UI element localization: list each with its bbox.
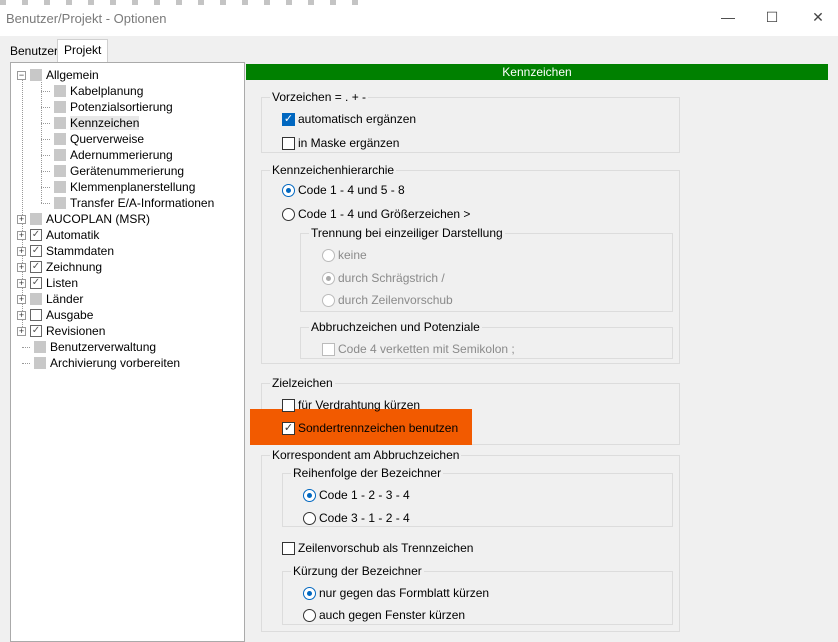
radio-zeilenvorschub[interactable]: durch Zeilenvorschub bbox=[322, 293, 453, 307]
expand-icon[interactable]: + bbox=[17, 278, 26, 288]
expand-icon[interactable]: + bbox=[17, 262, 26, 272]
collapse-icon[interactable]: − bbox=[17, 70, 26, 80]
state-icon bbox=[54, 165, 66, 177]
tree-node-top[interactable]: + ✓ Stammdaten bbox=[17, 243, 114, 259]
radio-selected-icon bbox=[322, 271, 335, 285]
checkbox-code4-verketten[interactable]: Code 4 verketten mit Semikolon ; bbox=[322, 342, 515, 356]
expand-icon[interactable]: + bbox=[17, 230, 26, 240]
maximize-button[interactable]: ☐ bbox=[752, 6, 792, 28]
checkbox-verdrahtung-kuerzen[interactable]: für Verdrahtung kürzen bbox=[282, 398, 420, 412]
state-icon bbox=[54, 85, 66, 97]
expand-icon[interactable]: + bbox=[17, 326, 26, 336]
checkbox-checked-icon[interactable]: ✓ bbox=[30, 325, 42, 337]
state-icon bbox=[30, 293, 42, 305]
checkbox-automatisch-ergaenzen[interactable]: ✓ automatisch ergänzen bbox=[282, 112, 416, 126]
tree-node-top[interactable]: + ✓ Automatik bbox=[17, 227, 99, 243]
state-icon bbox=[54, 149, 66, 161]
radio-code-1-2-3-4[interactable]: Code 1 - 2 - 3 - 4 bbox=[303, 488, 410, 502]
checkbox-checked-icon[interactable]: ✓ bbox=[30, 229, 42, 241]
tree-node-top[interactable]: Archivierung vorbereiten bbox=[17, 355, 180, 371]
state-icon bbox=[54, 101, 66, 113]
tree-node-child[interactable]: Kabelplanung bbox=[41, 83, 143, 99]
state-icon bbox=[54, 197, 66, 209]
state-icon bbox=[30, 213, 42, 225]
tree-node-child[interactable]: Querverweise bbox=[41, 131, 144, 147]
checkbox-icon[interactable] bbox=[30, 309, 42, 321]
tree-node-allgemein[interactable]: − Allgemein bbox=[17, 67, 99, 83]
tree-node-top[interactable]: + ✓ Listen bbox=[17, 275, 78, 291]
tree-connector bbox=[41, 122, 50, 124]
tree-node-child[interactable]: Gerätenummerierung bbox=[41, 163, 184, 179]
tree-node-top[interactable]: + ✓ Zeichnung bbox=[17, 259, 102, 275]
toolbar-remnant bbox=[0, 0, 360, 5]
expand-icon[interactable]: + bbox=[17, 294, 26, 304]
checkbox-icon bbox=[282, 398, 295, 412]
tree-node-child[interactable]: Adernummerierung bbox=[41, 147, 173, 163]
tree-connector bbox=[41, 202, 50, 204]
checkbox-checked-icon[interactable]: ✓ bbox=[30, 277, 42, 289]
radio-code-3-1-2-4[interactable]: Code 3 - 1 - 2 - 4 bbox=[303, 511, 410, 525]
radio-schraegstrich[interactable]: durch Schrägstrich / bbox=[322, 271, 445, 285]
tree-connector bbox=[41, 90, 50, 92]
close-button[interactable]: ✕ bbox=[798, 6, 838, 28]
checkbox-in-maske-ergaenzen[interactable]: in Maske ergänzen bbox=[282, 136, 399, 150]
radio-icon bbox=[282, 207, 295, 221]
checkbox-checked-icon: ✓ bbox=[282, 112, 295, 126]
window-title: Benutzer/Projekt - Optionen bbox=[6, 11, 167, 26]
tab-benutzer[interactable]: Benutzer bbox=[4, 41, 64, 61]
checkbox-icon bbox=[322, 342, 335, 356]
expand-icon[interactable]: + bbox=[17, 310, 26, 320]
tree-connector bbox=[41, 138, 50, 140]
checkbox-zeilenvorschub-trennzeichen[interactable]: Zeilenvorschub als Trennzeichen bbox=[282, 541, 473, 555]
tree-connector bbox=[41, 170, 50, 172]
tree-connector bbox=[22, 362, 30, 364]
tree-node-top[interactable]: Benutzerverwaltung bbox=[17, 339, 156, 355]
minimize-button[interactable]: — bbox=[708, 6, 748, 28]
state-icon bbox=[34, 357, 46, 369]
tree-node-top[interactable]: + AUCOPLAN (MSR) bbox=[17, 211, 150, 227]
checkbox-checked-icon[interactable]: ✓ bbox=[30, 245, 42, 257]
radio-selected-icon bbox=[282, 183, 295, 197]
checkbox-icon bbox=[282, 541, 295, 555]
radio-fenster-kuerzen[interactable]: auch gegen Fenster kürzen bbox=[303, 608, 465, 622]
radio-keine[interactable]: keine bbox=[322, 248, 367, 262]
radio-code-groesserzeichen[interactable]: Code 1 - 4 und Größerzeichen > bbox=[282, 207, 470, 221]
checkbox-checked-icon: ✓ bbox=[282, 421, 295, 435]
tree-node-top[interactable]: + Ausgabe bbox=[17, 307, 93, 323]
state-icon bbox=[54, 117, 66, 129]
radio-selected-icon bbox=[303, 488, 316, 502]
radio-selected-icon bbox=[303, 586, 316, 600]
radio-icon bbox=[322, 293, 335, 307]
state-icon bbox=[54, 133, 66, 145]
radio-code-1-4-5-8[interactable]: Code 1 - 4 und 5 - 8 bbox=[282, 183, 405, 197]
tree-node-child[interactable]: Klemmenplanerstellung bbox=[41, 179, 195, 195]
radio-icon bbox=[303, 511, 316, 525]
expand-icon[interactable]: + bbox=[17, 246, 26, 256]
checkbox-checked-icon[interactable]: ✓ bbox=[30, 261, 42, 273]
tree-node-top[interactable]: + ✓ Revisionen bbox=[17, 323, 105, 339]
tree-node-top[interactable]: + Länder bbox=[17, 291, 83, 307]
tree-node-child[interactable]: Transfer E/A-Informationen bbox=[41, 195, 214, 211]
tree-connector bbox=[41, 186, 50, 188]
tree-node-child[interactable]: Kennzeichen bbox=[41, 115, 140, 131]
section-header: Kennzeichen bbox=[246, 64, 828, 80]
options-tree[interactable]: − Allgemein Kabelplanung Potenzialsortieru… bbox=[10, 62, 245, 642]
tree-connector bbox=[41, 154, 50, 156]
state-icon bbox=[54, 181, 66, 193]
expand-icon[interactable]: + bbox=[17, 214, 26, 224]
radio-formblatt-kuerzen[interactable]: nur gegen das Formblatt kürzen bbox=[303, 586, 489, 600]
checkbox-icon bbox=[282, 136, 295, 150]
tab-projekt[interactable]: Projekt bbox=[57, 39, 109, 63]
tree-connector bbox=[41, 106, 50, 108]
tree-node-child[interactable]: Potenzialsortierung bbox=[41, 99, 173, 115]
state-icon bbox=[30, 69, 42, 81]
radio-icon bbox=[322, 248, 335, 262]
checkbox-sondertrennzeichen[interactable]: ✓ Sondertrennzeichen benutzen bbox=[282, 421, 458, 435]
tree-connector bbox=[22, 346, 30, 348]
radio-icon bbox=[303, 608, 316, 622]
state-icon bbox=[34, 341, 46, 353]
